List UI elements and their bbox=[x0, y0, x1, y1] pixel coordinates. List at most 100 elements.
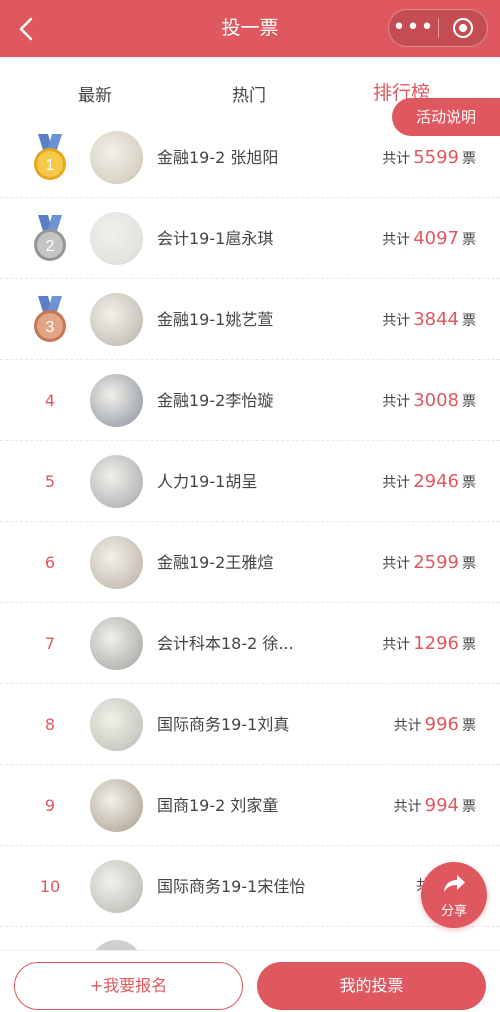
votes-suffix: 票 bbox=[462, 151, 476, 167]
silver-medal-icon: 2 bbox=[30, 214, 70, 263]
tab-latest[interactable]: 最新 bbox=[78, 81, 112, 106]
medal-rank-number: 3 bbox=[46, 319, 55, 336]
avatar[interactable] bbox=[90, 698, 143, 751]
votes-suffix: 票 bbox=[462, 475, 476, 491]
votes-suffix: 票 bbox=[462, 799, 476, 815]
vote-total: 共计 2946 票 bbox=[382, 441, 476, 524]
vote-count: 2946 bbox=[413, 471, 459, 492]
rank-number: 9 bbox=[44, 796, 56, 815]
rank-cell: 6 bbox=[20, 522, 80, 603]
votes-suffix: 票 bbox=[462, 313, 476, 329]
title-bar: 投一票 ••• bbox=[0, 0, 500, 57]
vote-count: 3008 bbox=[413, 390, 459, 411]
rank-cell: 3 bbox=[20, 279, 80, 360]
ranking-row[interactable]: 3 金融19-1姚艺萱 共计 3844 票 bbox=[0, 279, 500, 360]
ranking-row[interactable]: 5 人力19-1胡呈 共计 2946 票 bbox=[0, 441, 500, 522]
contestant-name: 金融19-2李怡璇 bbox=[157, 391, 274, 410]
votes-prefix: 共计 bbox=[382, 313, 411, 329]
vote-count: 996 bbox=[424, 714, 459, 735]
votes-prefix: 共计 bbox=[382, 637, 411, 653]
votes-prefix: 共计 bbox=[393, 799, 422, 815]
vote-count: 4097 bbox=[413, 228, 459, 249]
rank-cell: 7 bbox=[20, 603, 80, 684]
avatar[interactable] bbox=[90, 860, 143, 913]
ranking-row[interactable]: 6 金融19-2王雅煊 共计 2599 票 bbox=[0, 522, 500, 603]
vote-count: 994 bbox=[424, 795, 459, 816]
gold-medal-icon: 1 bbox=[30, 133, 70, 182]
votes-suffix: 票 bbox=[462, 556, 476, 572]
ranking-row[interactable]: 2 会计19-1扈永琪 共计 4097 票 bbox=[0, 198, 500, 279]
bottom-action-bar: +我要报名 我的投票 bbox=[0, 950, 500, 1012]
contestant-name: 会计19-1扈永琪 bbox=[157, 229, 274, 248]
rank-cell: 1 bbox=[20, 117, 80, 198]
medal-rank-number: 2 bbox=[46, 238, 55, 255]
tab-hot[interactable]: 热门 bbox=[232, 81, 266, 106]
rank-cell: 8 bbox=[20, 684, 80, 765]
vote-total: 共计 994 票 bbox=[394, 765, 476, 848]
ranking-row[interactable]: 7 会计科本18-2 徐... 共计 1296 票 bbox=[0, 603, 500, 684]
rank-number: 5 bbox=[44, 472, 56, 491]
votes-prefix: 共计 bbox=[382, 232, 411, 248]
rank-number: 7 bbox=[44, 634, 56, 653]
ranking-row[interactable]: 8 国际商务19-1刘真 共计 996 票 bbox=[0, 684, 500, 765]
vote-count: 5599 bbox=[413, 147, 459, 168]
rank-cell: 2 bbox=[20, 198, 80, 279]
target-close-icon[interactable] bbox=[439, 10, 487, 46]
vote-total: 共计 3008 票 bbox=[382, 360, 476, 443]
vote-count: 2599 bbox=[413, 552, 459, 573]
share-label: 分享 bbox=[440, 903, 467, 919]
my-votes-button[interactable]: 我的投票 bbox=[257, 962, 486, 1010]
contestant-name: 金融19-2 张旭阳 bbox=[157, 148, 279, 167]
ranking-row[interactable]: 9 国商19-2 刘家童 共计 994 票 bbox=[0, 765, 500, 846]
votes-prefix: 共计 bbox=[382, 394, 411, 410]
contestant-name: 金融19-1姚艺萱 bbox=[157, 310, 274, 329]
avatar[interactable] bbox=[90, 374, 143, 427]
vote-count: 3844 bbox=[413, 309, 459, 330]
rank-cell: 10 bbox=[20, 846, 80, 927]
vote-total: 共计 3844 票 bbox=[382, 279, 476, 362]
avatar[interactable] bbox=[90, 455, 143, 508]
rank-cell: 9 bbox=[20, 765, 80, 846]
contestant-name: 国商19-2 刘家童 bbox=[157, 796, 279, 815]
rank-cell: 4 bbox=[20, 360, 80, 441]
rank-number: 8 bbox=[44, 715, 56, 734]
votes-suffix: 票 bbox=[462, 394, 476, 410]
rank-number: 10 bbox=[39, 877, 61, 896]
votes-suffix: 票 bbox=[462, 637, 476, 653]
rank-number: 4 bbox=[44, 391, 56, 410]
rank-number: 6 bbox=[44, 553, 56, 572]
votes-prefix: 共计 bbox=[382, 151, 411, 167]
vote-total: 共计 1296 票 bbox=[382, 603, 476, 686]
share-arrow-icon bbox=[441, 872, 467, 898]
votes-prefix: 共计 bbox=[382, 556, 411, 572]
avatar[interactable] bbox=[90, 536, 143, 589]
more-dots-icon[interactable]: ••• bbox=[389, 10, 438, 46]
medal-rank-number: 1 bbox=[46, 157, 55, 174]
vote-count: 1296 bbox=[413, 633, 459, 654]
mini-program-capsule: ••• bbox=[388, 9, 488, 47]
avatar[interactable] bbox=[90, 212, 143, 265]
contestant-name: 国际商务19-1宋佳怡 bbox=[157, 877, 306, 896]
contestant-name: 国际商务19-1刘真 bbox=[157, 715, 290, 734]
contestant-name: 会计科本18-2 徐... bbox=[157, 634, 294, 653]
votes-prefix: 共计 bbox=[382, 475, 411, 491]
avatar[interactable] bbox=[90, 131, 143, 184]
vote-total: 共计 4097 票 bbox=[382, 198, 476, 281]
votes-suffix: 票 bbox=[462, 718, 476, 734]
votes-prefix: 共计 bbox=[393, 718, 422, 734]
contestant-name: 金融19-2王雅煊 bbox=[157, 553, 274, 572]
avatar[interactable] bbox=[90, 779, 143, 832]
activity-rules-button[interactable]: 活动说明 bbox=[392, 98, 500, 136]
vote-total: 共计 2599 票 bbox=[382, 522, 476, 605]
rank-cell: 5 bbox=[20, 441, 80, 522]
avatar[interactable] bbox=[90, 293, 143, 346]
share-button[interactable]: 分享 bbox=[421, 862, 487, 928]
ranking-row[interactable]: 4 金融19-2李怡璇 共计 3008 票 bbox=[0, 360, 500, 441]
bronze-medal-icon: 3 bbox=[30, 295, 70, 344]
votes-suffix: 票 bbox=[462, 232, 476, 248]
ranking-list: 1 金融19-2 张旭阳 共计 5599 票 2 会计19-1扈永琪 共计 4097 票 3 金融19… bbox=[0, 117, 500, 927]
avatar[interactable] bbox=[90, 617, 143, 670]
contestant-name: 人力19-1胡呈 bbox=[157, 472, 258, 491]
vote-total: 共计 996 票 bbox=[394, 684, 476, 767]
signup-button[interactable]: +我要报名 bbox=[14, 962, 243, 1010]
